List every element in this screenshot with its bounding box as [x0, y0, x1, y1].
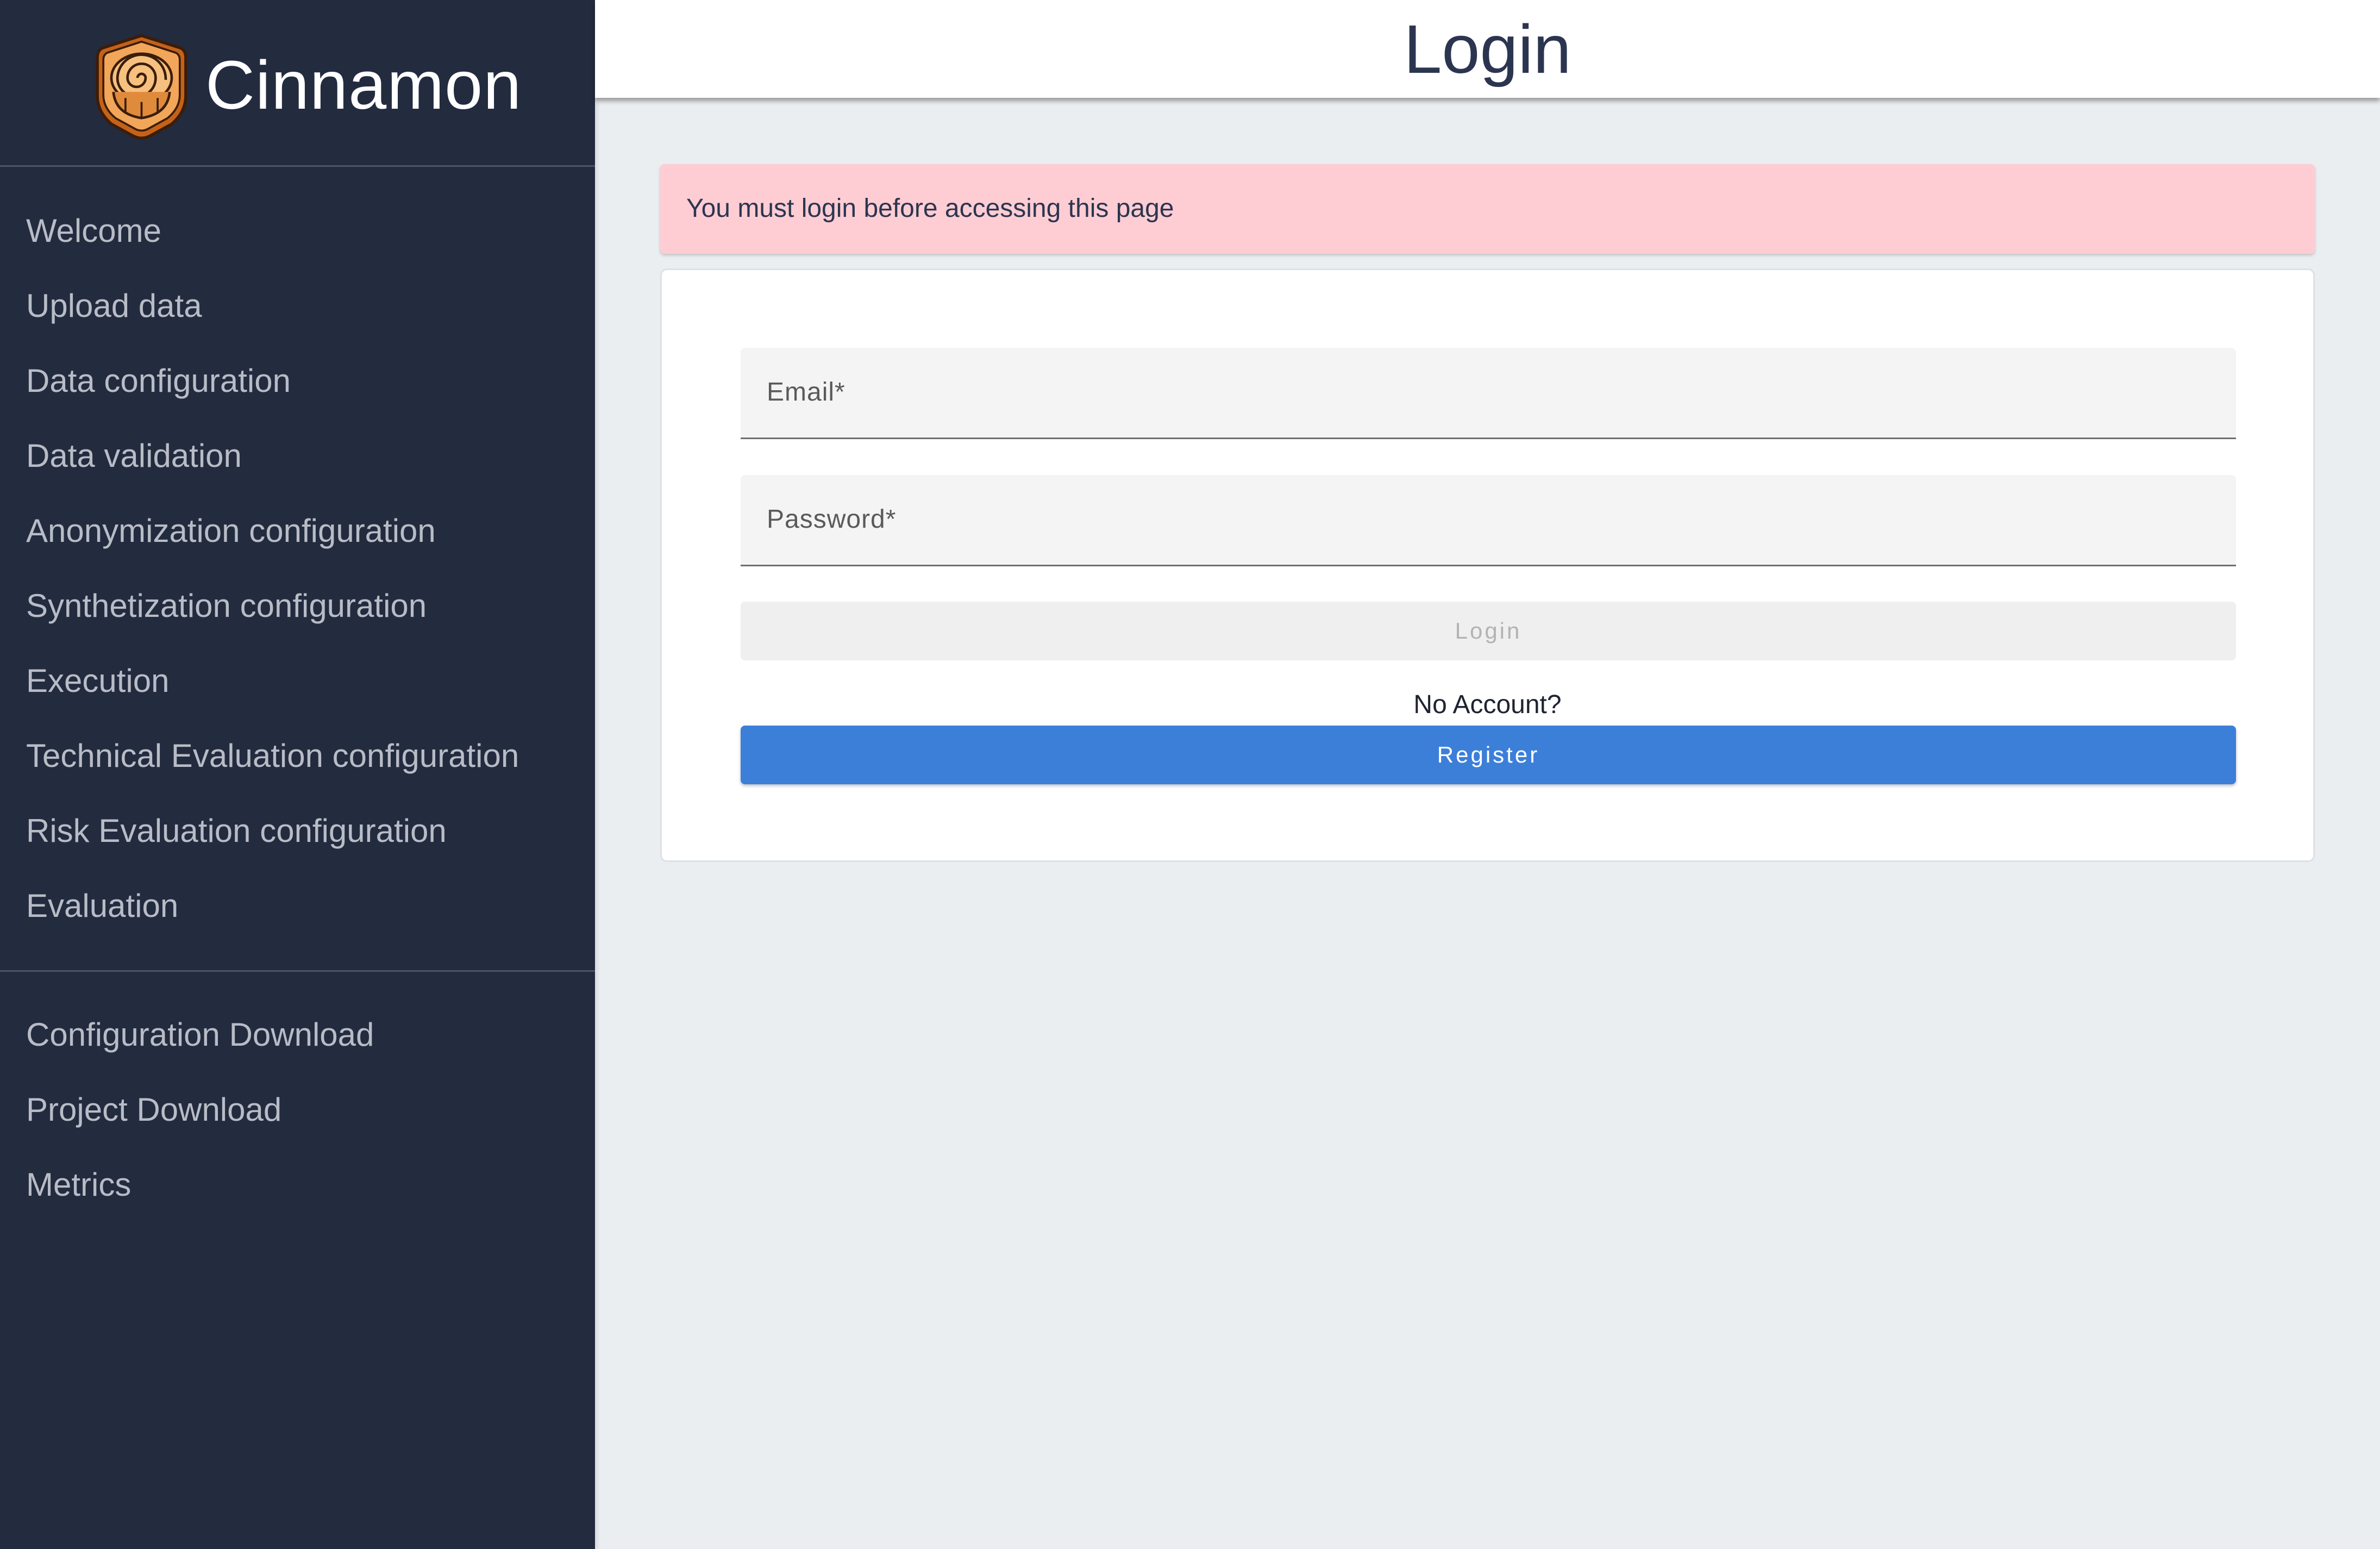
- sidebar-item-project-download[interactable]: Project Download: [26, 1088, 281, 1132]
- sidebar-item-execution[interactable]: Execution: [26, 659, 170, 703]
- sidebar-divider: [0, 970, 595, 972]
- register-button[interactable]: Register: [741, 726, 2236, 784]
- login-button[interactable]: Login: [741, 602, 2236, 660]
- sidebar: Cinnamon Welcome Upload data Data config…: [0, 0, 595, 1549]
- password-field[interactable]: Password*: [741, 475, 2236, 566]
- sidebar-item-anonymization-configuration[interactable]: Anonymization configuration: [26, 509, 436, 553]
- sidebar-item-configuration-download[interactable]: Configuration Download: [26, 1013, 374, 1057]
- sidebar-item-metrics[interactable]: Metrics: [26, 1163, 131, 1207]
- alert-message: You must login before accessing this pag…: [686, 194, 1174, 223]
- page-header: Login: [595, 0, 2380, 98]
- login-card: Email* Password* Login No Account? Regis…: [660, 268, 2315, 862]
- login-required-alert: You must login before accessing this pag…: [660, 164, 2315, 254]
- sidebar-item-data-validation[interactable]: Data validation: [26, 434, 242, 478]
- email-field[interactable]: Email*: [741, 348, 2236, 439]
- password-label: Password*: [767, 505, 897, 534]
- sidebar-shadow: [595, 0, 600, 1549]
- cinnamon-roll-logo-icon: [96, 34, 187, 140]
- sidebar-item-synthetization-configuration[interactable]: Synthetization configuration: [26, 584, 427, 628]
- page-title: Login: [1404, 11, 1571, 88]
- sidebar-item-welcome[interactable]: Welcome: [26, 209, 161, 253]
- sidebar-item-risk-evaluation-configuration[interactable]: Risk Evaluation configuration: [26, 809, 447, 853]
- no-account-text: No Account?: [1413, 690, 1562, 719]
- brand-name: Cinnamon: [205, 47, 522, 123]
- email-label: Email*: [767, 378, 845, 407]
- sidebar-item-data-configuration[interactable]: Data configuration: [26, 359, 291, 403]
- sidebar-item-evaluation[interactable]: Evaluation: [26, 884, 178, 928]
- brand-header: Cinnamon: [0, 0, 595, 167]
- sidebar-item-upload-data[interactable]: Upload data: [26, 284, 202, 328]
- sidebar-item-technical-evaluation-configuration[interactable]: Technical Evaluation configuration: [26, 734, 519, 778]
